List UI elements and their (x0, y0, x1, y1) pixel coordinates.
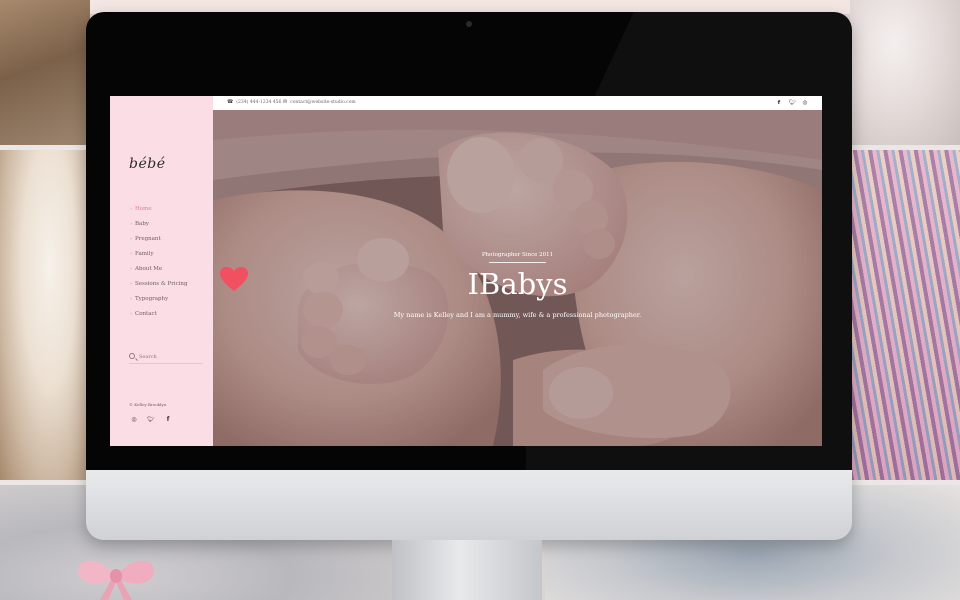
heart-icon (220, 266, 248, 292)
sidebar-item-label: Home (135, 206, 152, 212)
phone-icon: ☎ (227, 99, 234, 105)
hero-title-right: Babys (479, 267, 568, 301)
instagram-icon[interactable]: ◎ (130, 416, 138, 424)
sidebar-item-label: Contact (135, 311, 157, 317)
top-info-bar: ☎ (234) 444-1234 456 ✉ contact@website-s… (213, 96, 822, 110)
email-address: contact@website-studio.com (290, 99, 356, 105)
sidebar-nav: › Home › Baby › Pregnant › Family › About Me … (130, 205, 188, 325)
website-screen: bébé › Home › Baby › Pregnant › Family › Abou… (110, 96, 822, 446)
sidebar-item-typography[interactable]: › Typography (130, 295, 188, 310)
sidebar-item-home[interactable]: › Home (130, 205, 188, 220)
facebook-icon[interactable]: f (164, 416, 172, 424)
hero-kicker: Photographer Since 2011 (481, 252, 554, 258)
sidebar-item-label: Sessions & Pricing (135, 281, 188, 287)
hero-title-left: I (467, 267, 480, 301)
kicker-underline (489, 262, 546, 263)
sidebar-item-family[interactable]: › Family (130, 250, 188, 265)
sidebar-search (129, 352, 203, 364)
sidebar-item-label: Family (135, 251, 154, 257)
search-input[interactable] (139, 352, 199, 361)
sidebar-item-label: About Me (135, 266, 163, 272)
collage-divider (0, 145, 90, 150)
collage-divider (850, 145, 960, 150)
background-photo-right-knit (850, 150, 960, 480)
chevron-right-icon: › (130, 281, 132, 287)
sidebar: bébé › Home › Baby › Pregnant › Family › Abou… (110, 96, 213, 446)
monitor-chin (86, 470, 852, 540)
chevron-right-icon: › (130, 206, 132, 212)
sidebar-item-about-me[interactable]: › About Me (130, 265, 188, 280)
sidebar-item-label: Baby (135, 221, 149, 227)
instagram-icon[interactable]: ◎ (802, 99, 808, 107)
sidebar-social-links: ◎ 🐦︎ f (130, 416, 172, 424)
hero-banner: Photographer Since 2011 I Babys My name i… (213, 110, 822, 446)
hero-subtitle: My name is Kelley and I am a mummy, wife… (393, 311, 642, 319)
sidebar-item-label: Typography (135, 296, 169, 302)
chevron-right-icon: › (130, 221, 132, 227)
monitor-stand (392, 540, 542, 600)
background-photo-top-right (850, 0, 960, 145)
email-contact[interactable]: ✉ contact@website-studio.com (283, 99, 356, 105)
phone-contact[interactable]: ☎ (234) 444-1234 456 (227, 99, 281, 105)
twitter-icon[interactable]: 🐦︎ (147, 416, 155, 424)
background-photo-top-left (0, 0, 90, 145)
twitter-icon[interactable]: 🐦︎ (789, 99, 796, 107)
chevron-right-icon: › (130, 251, 132, 257)
chevron-right-icon: › (130, 311, 132, 317)
chevron-right-icon: › (130, 296, 132, 302)
chevron-right-icon: › (130, 266, 132, 272)
sidebar-item-contact[interactable]: › Contact (130, 310, 188, 325)
sidebar-item-pregnant[interactable]: › Pregnant (130, 235, 188, 250)
pink-bow-icon (77, 560, 155, 600)
facebook-icon[interactable]: f (776, 99, 782, 107)
sidebar-item-baby[interactable]: › Baby (130, 220, 188, 235)
phone-number: (234) 444-1234 456 (236, 99, 282, 105)
camera-icon (466, 21, 472, 27)
search-icon[interactable] (129, 353, 135, 359)
envelope-icon: ✉ (283, 99, 288, 105)
sidebar-item-label: Pregnant (135, 236, 161, 242)
chevron-right-icon: › (130, 236, 132, 242)
top-social-links: f 🐦︎ ◎ (776, 99, 808, 107)
sidebar-item-sessions-pricing[interactable]: › Sessions & Pricing (130, 280, 188, 295)
copyright-text: © Kelley Brooklyn (129, 402, 167, 407)
hero-title: I Babys (213, 266, 822, 302)
site-logo[interactable]: bébé (129, 156, 166, 172)
background-photo-left (0, 150, 90, 480)
